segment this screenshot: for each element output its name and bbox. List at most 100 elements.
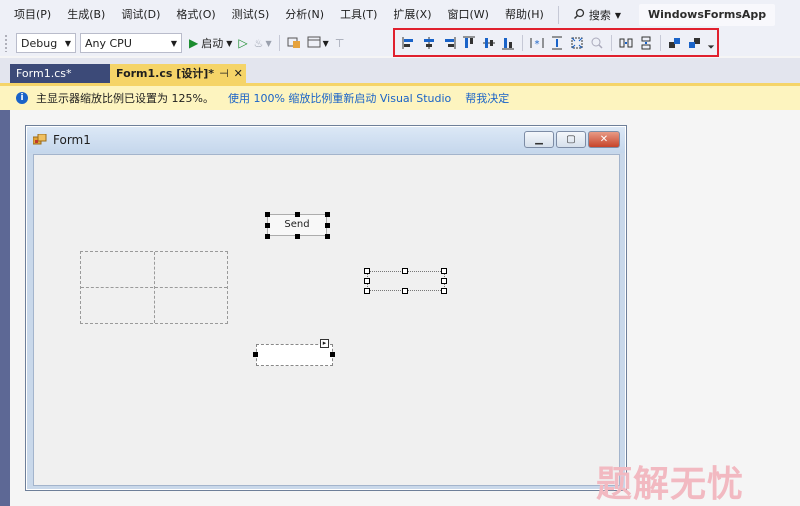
toolbar-separator <box>278 35 280 51</box>
vertical-spacing-icon[interactable] <box>637 34 654 52</box>
toolbar-separator <box>611 34 612 51</box>
tab-order-icon <box>287 35 301 52</box>
layout-button[interactable]: ▼ <box>304 33 332 53</box>
make-same-width-icon[interactable]: * <box>529 34 546 52</box>
form-icon <box>32 133 47 146</box>
layout-toolbar-highlight: * <box>393 28 719 57</box>
resize-handle[interactable] <box>265 234 270 239</box>
align-middles-icon[interactable] <box>480 34 497 52</box>
chevron-down-icon: ▼ <box>226 38 233 48</box>
resize-handle[interactable] <box>441 288 447 294</box>
resize-handle[interactable] <box>325 212 330 217</box>
close-icon[interactable]: ✕ <box>234 64 243 84</box>
resize-handle[interactable] <box>325 234 330 239</box>
minimize-button[interactable]: ▁ <box>524 131 554 148</box>
start-label: 启动 <box>201 37 224 50</box>
toolbar-separator <box>659 34 661 51</box>
zoom-icon[interactable] <box>589 34 606 52</box>
chevron-down-icon: ▼ <box>265 38 272 48</box>
configuration-value: Debug <box>21 36 58 50</box>
align-lefts-icon[interactable] <box>401 34 418 52</box>
window-buttons: ▁ ▢ ✕ <box>524 131 620 148</box>
send-button[interactable]: Send <box>267 214 327 236</box>
start-button[interactable]: ▶ 启动 ▼ <box>186 33 235 53</box>
menu-test[interactable]: 测试(S) <box>224 0 278 30</box>
align-rights-icon[interactable] <box>440 34 457 52</box>
menu-bar: 项目(P) 生成(B) 调试(D) 格式(O) 测试(S) 分析(N) 工具(T… <box>0 0 800 30</box>
hot-reload-button[interactable]: ♨ ▼ <box>251 33 275 53</box>
info-icon: i <box>16 92 28 104</box>
flame-icon: ♨ <box>253 36 264 50</box>
size-to-grid-icon[interactable] <box>569 34 586 52</box>
align-centers-icon[interactable] <box>420 34 437 52</box>
chevron-down-icon: ▼ <box>64 38 71 48</box>
resize-handle[interactable] <box>364 268 370 274</box>
tab-form1-code[interactable]: Form1.cs* <box>10 64 110 84</box>
document-tab-strip: Form1.cs* Form1.cs [设计]* ⊣ ✕ <box>0 58 800 84</box>
menu-analyze[interactable]: 分析(N) <box>277 0 332 30</box>
filter-button[interactable]: ⊤ <box>332 33 348 53</box>
resize-handle[interactable] <box>330 352 335 357</box>
menu-help[interactable]: 帮助(H) <box>497 0 552 30</box>
align-tops-icon[interactable] <box>460 34 477 52</box>
search-icon <box>573 8 585 23</box>
search-label: 搜索 <box>588 9 611 22</box>
info-message: 主显示器缩放比例已设置为 125%。 <box>36 92 214 105</box>
resize-handle[interactable] <box>364 288 370 294</box>
filter-icon: ⊤ <box>334 36 345 50</box>
tab-order-button[interactable] <box>284 33 304 53</box>
resize-handle[interactable] <box>325 223 330 228</box>
configuration-dropdown[interactable]: Debug ▼ <box>16 33 76 53</box>
svg-text:*: * <box>535 39 540 50</box>
horizontal-spacing-icon[interactable] <box>617 34 634 52</box>
toolbar-separator <box>522 34 524 51</box>
maximize-icon: ▢ <box>566 134 576 145</box>
menu-debug[interactable]: 调试(D) <box>113 0 168 30</box>
send-button-label: Send <box>284 219 310 230</box>
smart-tag-icon[interactable]: ▸ <box>320 339 329 348</box>
resize-handle[interactable] <box>265 223 270 228</box>
tab-label: Form1.cs* <box>16 67 72 80</box>
resize-handle[interactable] <box>265 212 270 217</box>
menu-format[interactable]: 格式(O) <box>168 0 223 30</box>
search-box[interactable]: 搜索 ▼ <box>565 7 629 23</box>
tab-label: Form1.cs [设计]* <box>116 67 215 80</box>
send-to-back-icon[interactable] <box>686 34 703 52</box>
resize-handle[interactable] <box>441 268 447 274</box>
solution-title: WindowsFormsApp <box>638 4 776 26</box>
platform-dropdown[interactable]: Any CPU ▼ <box>80 33 182 53</box>
resize-handle[interactable] <box>441 278 447 284</box>
bring-to-front-icon[interactable] <box>666 34 683 52</box>
tab-form1-design[interactable]: Form1.cs [设计]* ⊣ ✕ <box>110 64 246 84</box>
layout-icon <box>307 35 321 52</box>
chevron-down-icon: ▼ <box>322 38 329 48</box>
resize-handle[interactable] <box>295 234 300 239</box>
maximize-button[interactable]: ▢ <box>556 131 586 148</box>
resize-handle[interactable] <box>402 288 408 294</box>
menu-build[interactable]: 生成(B) <box>59 0 113 30</box>
toolbar-grip[interactable] <box>4 34 8 52</box>
resize-handle[interactable] <box>295 212 300 217</box>
info-bar: i 主显示器缩放比例已设置为 125%。 使用 100% 缩放比例重新启动 Vi… <box>0 86 800 110</box>
make-same-height-icon[interactable] <box>549 34 566 52</box>
platform-value: Any CPU <box>85 36 132 50</box>
menu-project[interactable]: 项目(P) <box>6 0 59 30</box>
align-bottoms-icon[interactable] <box>500 34 517 52</box>
table-layout-panel[interactable] <box>80 251 228 324</box>
help-decide-link[interactable]: 帮我决定 <box>465 90 509 106</box>
watermark: 题解无忧 <box>596 464 745 505</box>
restart-link[interactable]: 使用 100% 缩放比例重新启动 Visual Studio <box>228 90 451 106</box>
menu-extensions[interactable]: 扩展(X) <box>385 0 439 30</box>
close-icon: ✕ <box>599 134 609 145</box>
resize-handle[interactable] <box>253 352 258 357</box>
resize-handle[interactable] <box>364 278 370 284</box>
pin-icon[interactable]: ⊣ <box>219 64 229 84</box>
close-window-button[interactable]: ✕ <box>588 131 620 148</box>
menu-separator <box>557 6 559 24</box>
chevron-down-icon[interactable] <box>706 34 715 52</box>
resize-handle[interactable] <box>402 268 408 274</box>
menu-tools[interactable]: 工具(T) <box>332 0 385 30</box>
start-without-debugging-button[interactable]: ▷ <box>235 33 250 53</box>
menu-window[interactable]: 窗口(W) <box>440 0 497 30</box>
minimize-icon: ▁ <box>535 134 543 145</box>
